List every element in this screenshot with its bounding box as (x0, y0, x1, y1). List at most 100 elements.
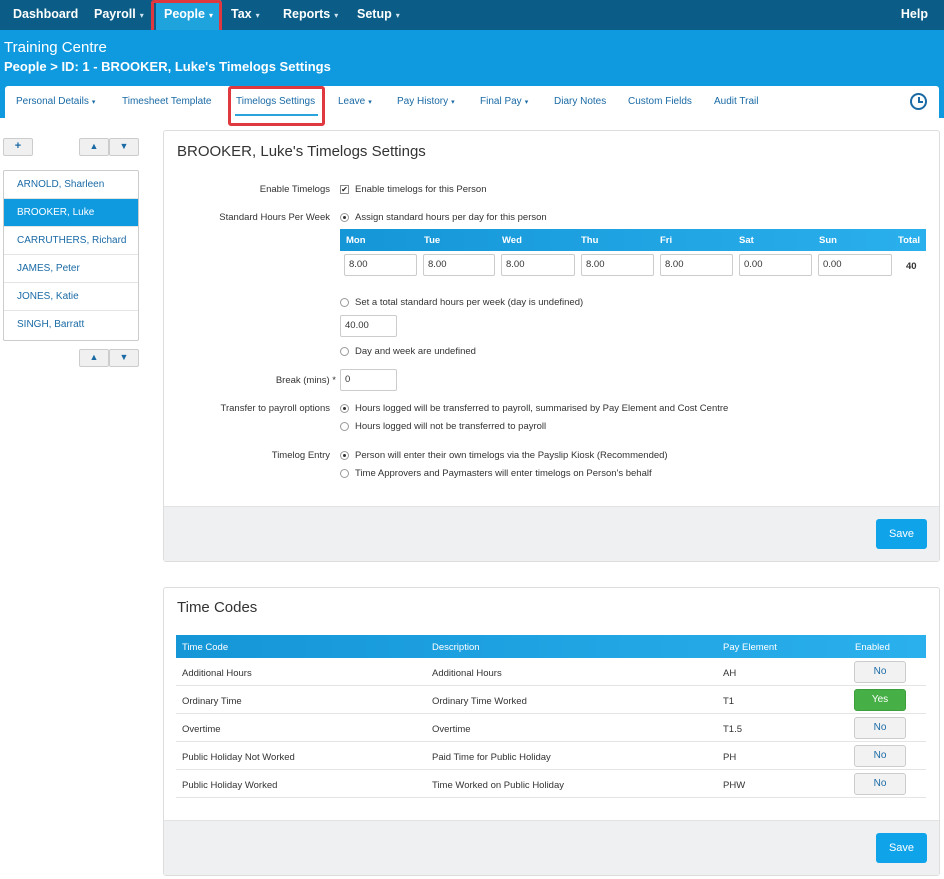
standard-hours-label: Standard Hours Per Week (219, 212, 330, 223)
pay-element-cell: T1.5 (723, 724, 743, 735)
save-button[interactable]: Save (876, 519, 927, 549)
total-per-week-radio[interactable] (340, 298, 349, 307)
people-list: ARNOLD, Sharleen BROOKER, Luke CARRUTHER… (3, 170, 139, 341)
pay-element-cell: T1 (723, 696, 735, 707)
move-up-button[interactable]: ▲ (79, 138, 109, 156)
enabled-toggle[interactable]: Yes (854, 689, 906, 711)
move-up-button-bottom[interactable]: ▲ (79, 349, 109, 367)
nav-help[interactable]: Help (901, 0, 928, 30)
assign-per-day-radio[interactable] (340, 213, 349, 222)
entry-approvers-text: Time Approvers and Paymasters will enter… (355, 468, 652, 479)
pay-element-cell: PH (723, 752, 737, 763)
tab-label: Final Pay (480, 96, 522, 107)
wed-hours-input[interactable]: 8.00 (501, 254, 575, 276)
description-cell: Paid Time for Public Holiday (432, 752, 551, 763)
entry-approvers-radio[interactable] (340, 469, 349, 478)
organization-name: Training Centre (4, 39, 107, 56)
panel-title: BROOKER, Luke's Timelogs Settings (177, 143, 426, 160)
enable-timelogs-checkbox[interactable]: ✔ (340, 185, 349, 194)
description-cell: Time Worked on Public Holiday (432, 780, 564, 791)
tab-custom-fields[interactable]: Custom Fields (628, 96, 692, 107)
tab-diary-notes[interactable]: Diary Notes (554, 96, 606, 107)
total-hours-value: 40 (906, 261, 917, 272)
chevron-down-icon: ▾ (524, 99, 529, 106)
move-down-button[interactable]: ▼ (109, 138, 139, 156)
transfer-none-radio[interactable] (340, 422, 349, 431)
move-down-button-bottom[interactable]: ▼ (109, 349, 139, 367)
enabled-toggle[interactable]: No (854, 717, 906, 739)
transfer-label: Transfer to payroll options (220, 403, 330, 414)
tab-pay-history[interactable]: Pay History ▾ (397, 96, 455, 107)
hours-table-header: Mon Tue Wed Thu Fri Sat Sun Total (340, 229, 926, 251)
person-item[interactable]: CARRUTHERS, Richard (4, 227, 138, 255)
description-cell: Additional Hours (432, 668, 502, 679)
chevron-down-icon: ▾ (368, 99, 372, 106)
person-tabs: Personal Details ▾ Timesheet Template Tim… (5, 86, 939, 118)
enable-timelogs-text: Enable timelogs for this Person (355, 184, 487, 195)
chevron-down-icon: ▾ (139, 11, 144, 20)
day-header: Sun (819, 235, 837, 246)
transfer-none-text: Hours logged will not be transferred to … (355, 421, 547, 432)
tab-label: Pay History (397, 96, 449, 107)
chevron-down-icon: ▾ (91, 99, 96, 106)
total-per-week-input[interactable]: 40.00 (340, 315, 397, 337)
thu-hours-input[interactable]: 8.00 (581, 254, 654, 276)
nav-tax-label: Tax (231, 7, 252, 21)
entry-self-radio[interactable] (340, 451, 349, 460)
table-row: Ordinary Time Ordinary Time Worked T1 Ye… (176, 686, 926, 714)
nav-tax[interactable]: Tax ▾ (231, 0, 260, 30)
description-cell: Overtime (432, 724, 471, 735)
transfer-summarised-text: Hours logged will be transferred to payr… (355, 403, 729, 414)
panel-footer: Save (164, 820, 939, 875)
tab-audit-trail[interactable]: Audit Trail (714, 96, 758, 107)
mon-hours-input[interactable]: 8.00 (344, 254, 417, 276)
break-input[interactable]: 0 (340, 369, 397, 391)
enabled-toggle[interactable]: No (854, 773, 906, 795)
person-item[interactable]: ARNOLD, Sharleen (4, 171, 138, 199)
transfer-summarised-radio[interactable] (340, 404, 349, 413)
add-person-button[interactable]: + (3, 138, 33, 156)
time-codes-header: Time Code Description Pay Element Enable… (176, 635, 926, 658)
clock-icon[interactable] (910, 93, 927, 110)
time-code-cell: Additional Hours (182, 668, 252, 679)
col-pay-element: Pay Element (723, 642, 777, 653)
time-codes-title: Time Codes (177, 599, 258, 616)
person-item[interactable]: SINGH, Barratt (4, 311, 138, 339)
nav-dashboard[interactable]: Dashboard (13, 0, 78, 30)
enabled-toggle[interactable]: No (854, 745, 906, 767)
nav-payroll-label: Payroll (94, 7, 136, 21)
col-description: Description (432, 642, 480, 653)
sun-hours-input[interactable]: 0.00 (818, 254, 892, 276)
break-label: Break (mins) * (275, 375, 336, 386)
chevron-down-icon: ▾ (395, 11, 400, 20)
sat-hours-input[interactable]: 0.00 (739, 254, 812, 276)
tab-final-pay[interactable]: Final Pay ▾ (480, 96, 528, 107)
tab-leave[interactable]: Leave ▾ (338, 96, 372, 107)
nav-dashboard-label: Dashboard (13, 7, 79, 21)
timelog-entry-label: Timelog Entry (271, 450, 330, 461)
nav-payroll[interactable]: Payroll ▾ (94, 0, 144, 30)
nav-reports[interactable]: Reports ▾ (283, 0, 338, 30)
day-header: Mon (346, 235, 366, 246)
person-item-selected[interactable]: BROOKER, Luke (4, 199, 138, 227)
day-header: Fri (660, 235, 673, 246)
breadcrumb: People > ID: 1 - BROOKER, Luke's Timelog… (4, 59, 331, 74)
enabled-toggle[interactable]: No (854, 661, 906, 683)
person-item[interactable]: JONES, Katie (4, 283, 138, 311)
assign-per-day-text: Assign standard hours per day for this p… (355, 212, 547, 223)
col-enabled: Enabled (855, 642, 890, 653)
tab-timesheet-template[interactable]: Timesheet Template (122, 96, 212, 107)
fri-hours-input[interactable]: 8.00 (660, 254, 733, 276)
tab-personal-details[interactable]: Personal Details ▾ (16, 96, 95, 107)
top-navigation-bar: Dashboard Payroll ▾ People ▾ Tax ▾ Reports ▾… (0, 0, 944, 30)
time-code-cell: Public Holiday Not Worked (182, 752, 295, 763)
tue-hours-input[interactable]: 8.00 (423, 254, 495, 276)
day-header: Sat (739, 235, 754, 246)
nav-setup[interactable]: Setup ▾ (357, 0, 400, 30)
time-codes-save-button[interactable]: Save (876, 833, 927, 863)
nav-setup-label: Setup (357, 7, 392, 21)
table-row: Public Holiday Not Worked Paid Time for … (176, 742, 926, 770)
person-item[interactable]: JAMES, Peter (4, 255, 138, 283)
undefined-radio[interactable] (340, 347, 349, 356)
time-code-cell: Ordinary Time (182, 696, 242, 707)
